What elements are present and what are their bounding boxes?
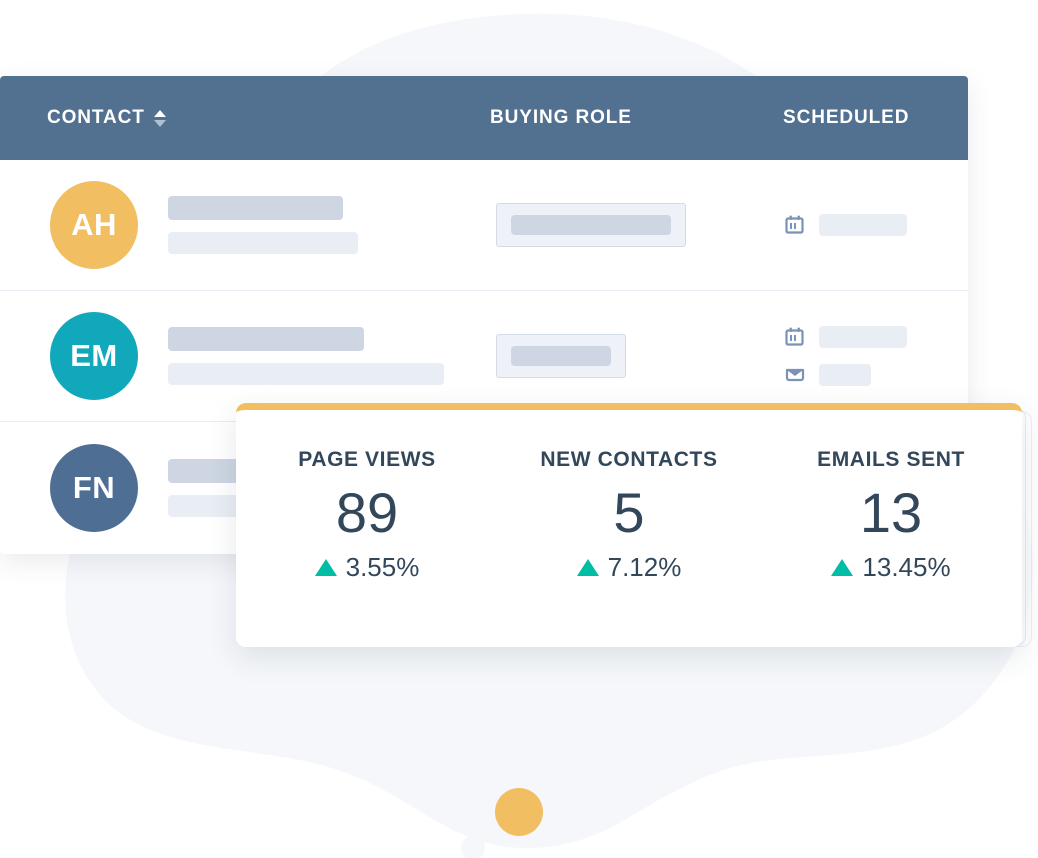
stat-delta: 13.45% <box>760 552 1022 583</box>
stat-delta-value: 7.12% <box>607 552 682 582</box>
stats-card: PAGE VIEWS 89 3.55% NEW CONTACTS 5 7.12%… <box>236 403 1022 647</box>
buying-role-chip[interactable] <box>496 203 686 247</box>
avatar[interactable]: FN <box>50 443 138 532</box>
table-row[interactable]: AH <box>0 160 968 291</box>
buying-role-placeholder <box>511 346 611 366</box>
stat-delta: 7.12% <box>498 552 760 583</box>
triangle-up-icon <box>831 559 854 576</box>
stat-delta-value: 13.45% <box>862 552 951 582</box>
subtitle-placeholder-bar <box>168 363 444 385</box>
stat-label: PAGE VIEWS <box>298 448 436 471</box>
sort-updown-icon[interactable] <box>154 107 167 129</box>
scheduled-cell <box>783 213 907 237</box>
column-header-scheduled[interactable]: SCHEDULED <box>783 107 909 129</box>
buying-role-chip[interactable] <box>496 334 626 378</box>
scheduled-cell <box>783 325 907 387</box>
stat-new-contacts: NEW CONTACTS 5 7.12% <box>498 448 760 583</box>
column-header-contact-label: CONTACT <box>47 107 145 128</box>
stat-value: 13 <box>859 481 923 544</box>
stat-delta-value: 3.55% <box>345 552 420 582</box>
avatar[interactable]: AH <box>50 181 138 269</box>
table-header-row: CONTACT BUYING ROLE SCHEDULED <box>0 76 968 160</box>
scheduled-date-placeholder <box>819 214 907 236</box>
stat-delta: 3.55% <box>236 552 498 583</box>
scheduled-date-placeholder <box>819 326 907 348</box>
scheduled-item[interactable] <box>783 213 907 237</box>
name-placeholder-bar <box>168 327 364 351</box>
contact-name-placeholder <box>168 196 358 254</box>
triangle-up-icon <box>314 559 337 576</box>
avatar[interactable]: EM <box>50 312 138 400</box>
stat-value: 5 <box>613 481 645 544</box>
calendar-icon <box>785 215 804 234</box>
stat-value: 89 <box>335 481 399 544</box>
scheduled-item[interactable] <box>783 325 907 349</box>
calendar-icon <box>785 327 804 346</box>
contact-name-placeholder <box>168 327 444 385</box>
stat-page-views: PAGE VIEWS 89 3.55% <box>236 448 498 583</box>
scheduled-item[interactable] <box>783 363 907 387</box>
decorative-small-dot <box>461 836 485 858</box>
stat-emails-sent: EMAILS SENT 13 13.45% <box>760 448 1022 583</box>
column-header-contact[interactable]: CONTACT <box>47 107 167 129</box>
name-placeholder-bar <box>168 196 343 220</box>
decorative-gold-dot <box>495 788 543 836</box>
sort-ascending-arrow <box>154 109 167 117</box>
screenshot-root: CONTACT BUYING ROLE SCHEDULED AH EM FN P… <box>0 0 1038 858</box>
buying-role-placeholder <box>511 215 671 235</box>
triangle-up-icon <box>576 559 599 576</box>
scheduled-date-placeholder <box>819 364 871 386</box>
column-header-buying-role[interactable]: BUYING ROLE <box>490 107 632 129</box>
stat-label: NEW CONTACTS <box>540 448 718 471</box>
stat-label: EMAILS SENT <box>817 448 965 471</box>
sort-descending-arrow <box>154 119 167 127</box>
subtitle-placeholder-bar <box>168 232 358 254</box>
mail-icon <box>785 368 805 382</box>
